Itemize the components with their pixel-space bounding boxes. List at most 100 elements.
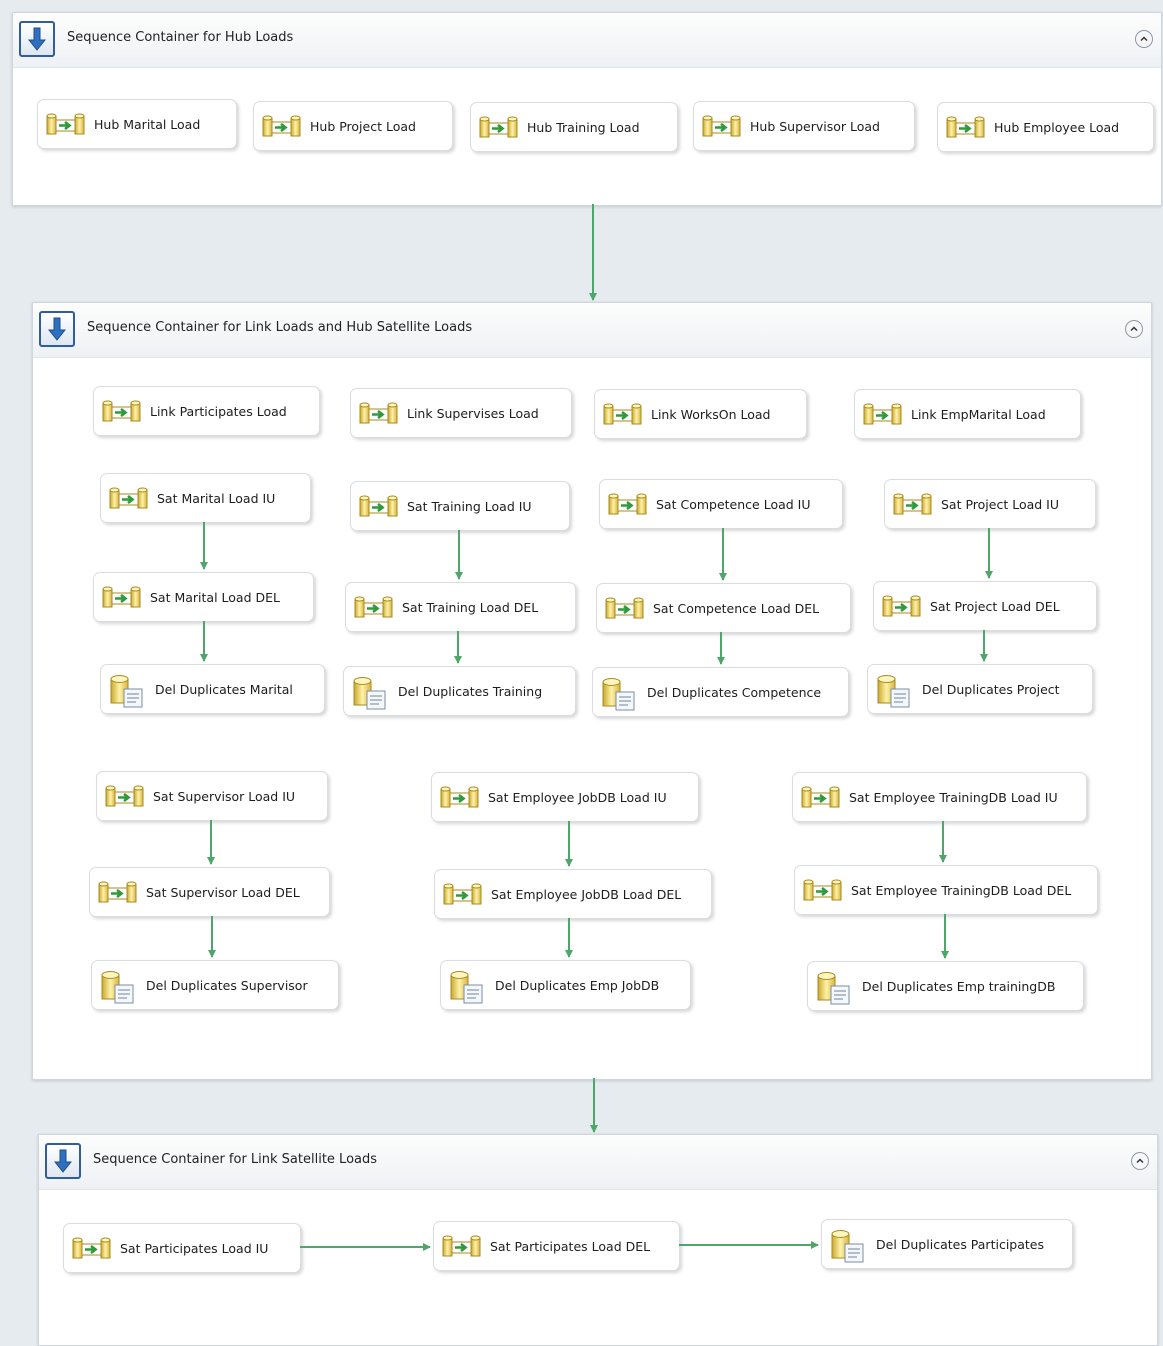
data-flow-task-icon (801, 786, 841, 810)
task-label: Del Duplicates Project (922, 682, 1060, 697)
task-link-supervises-load[interactable]: Link Supervises Load (350, 388, 572, 438)
task-label: Del Duplicates Emp trainingDB (862, 979, 1056, 994)
task-label: Link Participates Load (150, 404, 287, 419)
task-sat-training-load-del[interactable]: Sat Training Load DEL (345, 582, 576, 632)
task-label: Sat Project Load IU (941, 497, 1060, 512)
task-del-duplicates-competence[interactable]: Del Duplicates Competence (592, 667, 849, 717)
data-flow-task-icon (98, 881, 138, 905)
container-title: Sequence Container for Link Satellite Lo… (93, 1152, 378, 1167)
task-label: Sat Competence Load DEL (653, 601, 820, 616)
container-header[interactable]: Sequence Container for Hub Loads (13, 13, 1161, 68)
task-link-empmarital-load[interactable]: Link EmpMarital Load (854, 389, 1081, 439)
task-link-workson-load[interactable]: Link WorksOn Load (594, 389, 807, 439)
data-flow-task-icon (605, 597, 645, 621)
data-flow-task-icon (102, 400, 142, 424)
sequence-container-3[interactable]: Sequence Container for Link Satellite Lo… (38, 1134, 1158, 1346)
task-del-duplicates-emp-jobdb[interactable]: Del Duplicates Emp JobDB (440, 960, 691, 1010)
data-flow-task-icon (72, 1237, 112, 1261)
collapse-chevron-icon[interactable] (1135, 30, 1153, 48)
task-label: Sat Participates Load IU (120, 1241, 269, 1256)
task-sat-project-load-del[interactable]: Sat Project Load DEL (873, 581, 1097, 631)
task-label: Del Duplicates Emp JobDB (495, 978, 660, 993)
task-label: Sat Training Load IU (407, 499, 532, 514)
execute-sql-task-icon (109, 673, 145, 709)
task-sat-training-load-iu[interactable]: Sat Training Load IU (350, 481, 570, 531)
task-hub-training-load[interactable]: Hub Training Load (470, 102, 678, 152)
data-flow-task-icon (359, 495, 399, 519)
task-sat-employee-jobdb-load-iu[interactable]: Sat Employee JobDB Load IU (431, 772, 699, 822)
task-label: Sat Employee JobDB Load IU (488, 790, 667, 805)
task-label: Del Duplicates Competence (647, 685, 822, 700)
task-label: Del Duplicates Marital (155, 682, 293, 697)
data-flow-task-icon (109, 487, 149, 511)
data-flow-task-icon (443, 883, 483, 907)
data-flow-task-icon (946, 116, 986, 140)
data-flow-task-icon (442, 1235, 482, 1259)
execute-sql-task-icon (100, 969, 136, 1005)
task-sat-employee-trainingdb-load-del[interactable]: Sat Employee TrainingDB Load DEL (794, 865, 1098, 915)
container-title: Sequence Container for Link Loads and Hu… (87, 320, 473, 335)
data-flow-task-icon (102, 586, 142, 610)
task-label: Sat Project Load DEL (930, 599, 1060, 614)
execute-sql-task-icon (876, 673, 912, 709)
task-hub-project-load[interactable]: Hub Project Load (253, 101, 453, 151)
sequence-container-1[interactable]: Sequence Container for Hub Loads Hub Mar… (12, 12, 1162, 206)
task-label: Sat Employee JobDB Load DEL (491, 887, 682, 902)
data-flow-task-icon (262, 115, 302, 139)
task-label: Hub Project Load (310, 119, 416, 134)
task-del-duplicates-marital[interactable]: Del Duplicates Marital (100, 664, 325, 714)
container-header[interactable]: Sequence Container for Link Loads and Hu… (33, 303, 1151, 358)
data-flow-task-icon (359, 402, 399, 426)
sequence-container-icon (39, 311, 75, 347)
data-flow-task-icon (863, 403, 903, 427)
task-label: Sat Employee TrainingDB Load IU (849, 790, 1058, 805)
task-del-duplicates-emp-trainingdb[interactable]: Del Duplicates Emp trainingDB (807, 961, 1084, 1011)
task-hub-marital-load[interactable]: Hub Marital Load (37, 99, 237, 149)
task-hub-supervisor-load[interactable]: Hub Supervisor Load (693, 101, 915, 151)
data-flow-task-icon (479, 116, 519, 140)
task-sat-supervisor-load-iu[interactable]: Sat Supervisor Load IU (96, 771, 328, 821)
task-sat-competence-load-del[interactable]: Sat Competence Load DEL (596, 583, 851, 633)
task-label: Del Duplicates Participates (876, 1237, 1044, 1252)
task-sat-employee-trainingdb-load-iu[interactable]: Sat Employee TrainingDB Load IU (792, 772, 1087, 822)
task-label: Sat Supervisor Load DEL (146, 885, 300, 900)
execute-sql-task-icon (449, 969, 485, 1005)
task-label: Hub Marital Load (94, 117, 201, 132)
task-sat-competence-load-iu[interactable]: Sat Competence Load IU (599, 479, 843, 529)
data-flow-task-icon (803, 879, 843, 903)
task-label: Sat Training Load DEL (402, 600, 539, 615)
collapse-chevron-icon[interactable] (1125, 320, 1143, 338)
task-sat-supervisor-load-del[interactable]: Sat Supervisor Load DEL (89, 867, 330, 917)
task-label: Sat Marital Load IU (157, 491, 276, 506)
task-del-duplicates-supervisor[interactable]: Del Duplicates Supervisor (91, 960, 339, 1010)
task-label: Sat Employee TrainingDB Load DEL (851, 883, 1072, 898)
task-label: Sat Marital Load DEL (150, 590, 280, 605)
task-label: Link Supervises Load (407, 406, 539, 421)
task-label: Del Duplicates Supervisor (146, 978, 308, 993)
data-flow-task-icon (702, 115, 742, 139)
data-flow-task-icon (105, 785, 145, 809)
task-sat-participates-load-iu[interactable]: Sat Participates Load IU (63, 1223, 301, 1273)
task-sat-project-load-iu[interactable]: Sat Project Load IU (884, 479, 1096, 529)
task-del-duplicates-project[interactable]: Del Duplicates Project (867, 664, 1093, 714)
task-sat-marital-load-del[interactable]: Sat Marital Load DEL (93, 572, 314, 622)
data-flow-task-icon (603, 403, 643, 427)
task-sat-participates-load-del[interactable]: Sat Participates Load DEL (433, 1221, 680, 1271)
container-title: Sequence Container for Hub Loads (67, 30, 294, 45)
sequence-container-icon (45, 1143, 81, 1179)
task-del-duplicates-training[interactable]: Del Duplicates Training (343, 666, 576, 716)
task-label: Link WorksOn Load (651, 407, 771, 422)
task-label: Hub Supervisor Load (750, 119, 880, 134)
container-header[interactable]: Sequence Container for Link Satellite Lo… (39, 1135, 1157, 1190)
task-hub-employee-load[interactable]: Hub Employee Load (937, 102, 1154, 152)
execute-sql-task-icon (601, 676, 637, 712)
task-del-duplicates-participates[interactable]: Del Duplicates Participates (821, 1219, 1073, 1269)
collapse-chevron-icon[interactable] (1131, 1152, 1149, 1170)
sequence-container-icon (19, 21, 55, 57)
task-sat-employee-jobdb-load-del[interactable]: Sat Employee JobDB Load DEL (434, 869, 712, 919)
sequence-container-2[interactable]: Sequence Container for Link Loads and Hu… (32, 302, 1152, 1080)
task-link-participates-load[interactable]: Link Participates Load (93, 386, 320, 436)
task-label: Del Duplicates Training (398, 684, 543, 699)
task-sat-marital-load-iu[interactable]: Sat Marital Load IU (100, 473, 311, 523)
data-flow-task-icon (608, 493, 648, 517)
